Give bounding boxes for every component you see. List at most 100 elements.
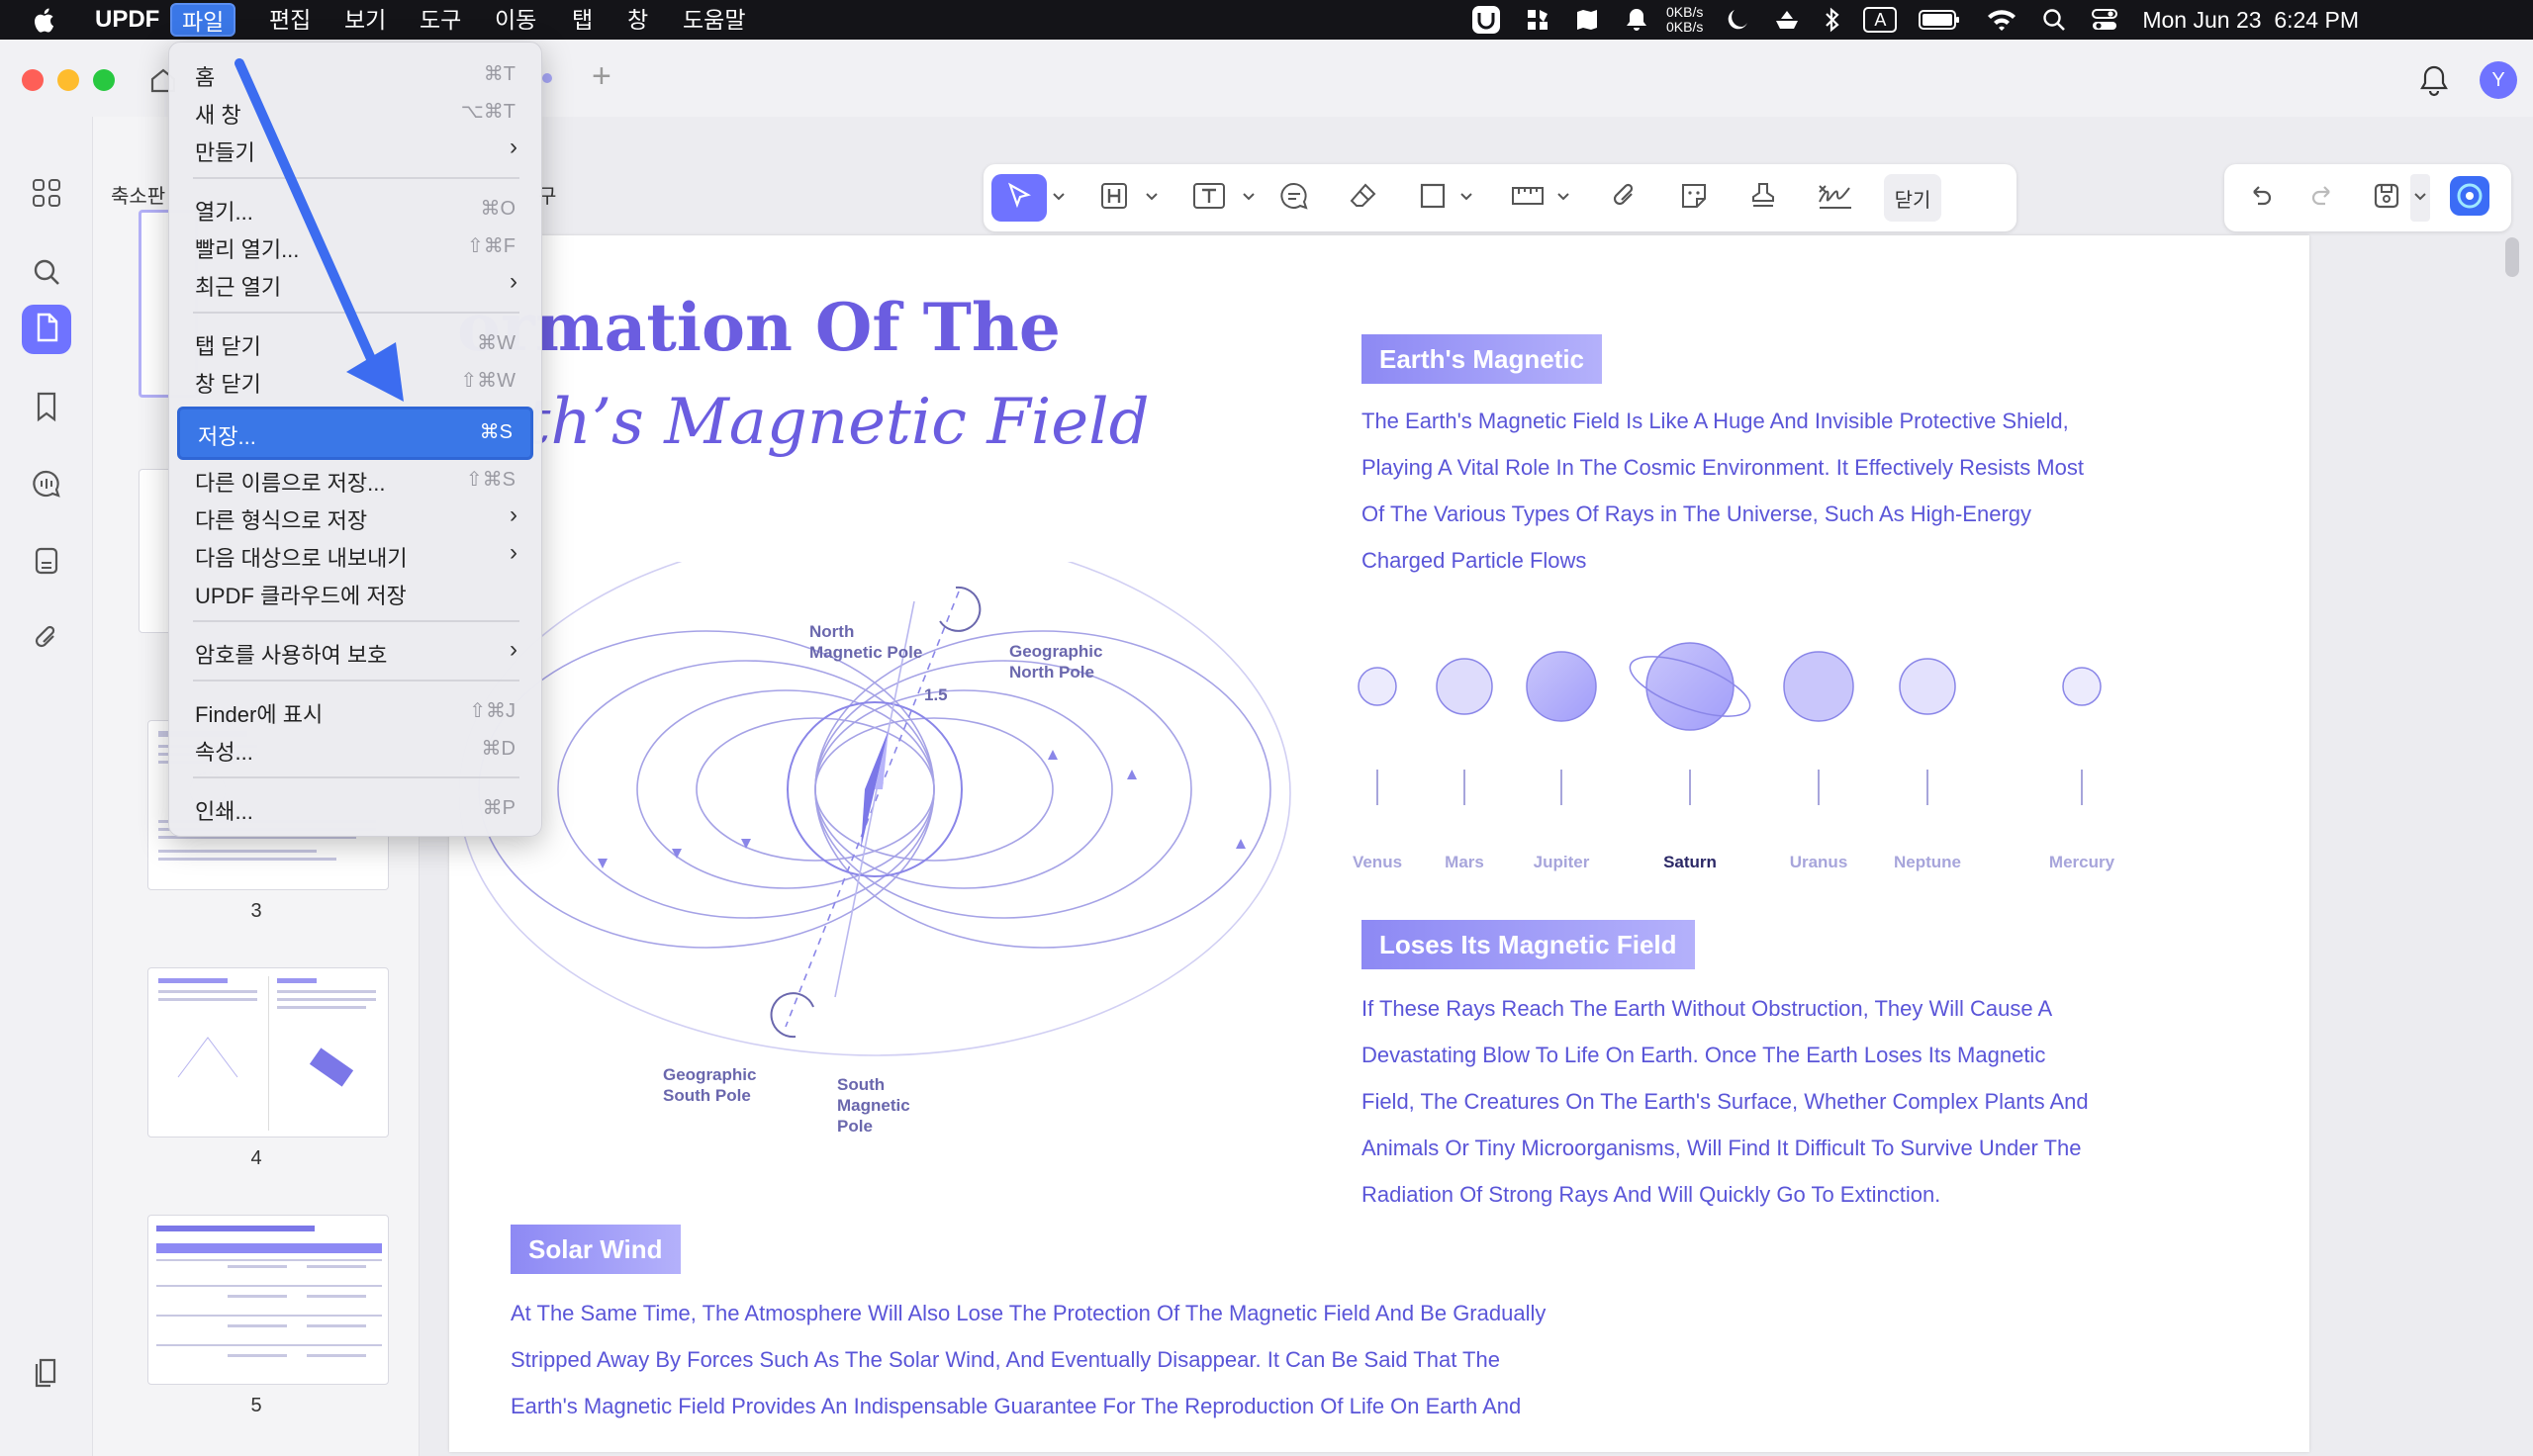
rail-pages-button[interactable] bbox=[22, 305, 71, 354]
menu-item-save-to-cloud[interactable]: UPDF 클라우드에 저장 bbox=[177, 573, 533, 610]
control-center-icon[interactable] bbox=[2091, 7, 2118, 33]
moon-icon[interactable] bbox=[1725, 7, 1750, 33]
menu-item-export-to[interactable]: 다음 대상으로 내보내기 › bbox=[177, 535, 533, 573]
planets-illustration bbox=[1358, 642, 1854, 805]
signature-tool-button[interactable] bbox=[1811, 174, 1860, 222]
highlight-tool-dropdown[interactable] bbox=[1142, 174, 1162, 222]
ruler-icon bbox=[1510, 180, 1546, 217]
apple-icon[interactable] bbox=[34, 0, 57, 40]
notification-bell-icon[interactable] bbox=[2418, 63, 2450, 102]
menubar-go[interactable]: 이동 bbox=[495, 0, 536, 40]
wifi-icon[interactable] bbox=[1986, 7, 2017, 33]
ai-logo-icon bbox=[2450, 175, 2489, 221]
paragraph-line: Earth's Magnetic Field Provides An Indis… bbox=[511, 1394, 1522, 1418]
add-tab-icon[interactable]: + bbox=[592, 57, 611, 96]
rail-search-button[interactable] bbox=[22, 249, 71, 299]
battery-icon[interactable] bbox=[1919, 9, 1960, 31]
status-tray: 0KB/s 0KB/s A Mon Jun 23 6:24 PM bbox=[1470, 0, 2359, 40]
chevron-right-icon: › bbox=[510, 268, 517, 295]
menu-item-protect-password[interactable]: 암호를 사용하여 보호 › bbox=[177, 632, 533, 670]
label-line: Magnetic bbox=[837, 1096, 910, 1115]
grid-app-icon[interactable] bbox=[1524, 6, 1551, 34]
menu-item-save-as[interactable]: 다른 이름으로 저장... ⇧⌘S bbox=[177, 460, 533, 498]
paragraph-line: If These Rays Reach The Earth Without Ob… bbox=[1361, 996, 2053, 1021]
menu-item-print[interactable]: 인쇄... ⌘P bbox=[177, 788, 533, 826]
attach-tool-button[interactable] bbox=[1603, 174, 1646, 222]
menubar-view[interactable]: 보기 bbox=[344, 0, 386, 40]
menu-item-label: Finder에 표시 bbox=[195, 702, 324, 727]
menu-item-shortcut: ⇧⌘F bbox=[467, 235, 516, 257]
menu-item-properties[interactable]: 속성... ⌘D bbox=[177, 729, 533, 767]
menu-item-save-as-format[interactable]: 다른 형식으로 저장 › bbox=[177, 498, 533, 535]
stamp-icon bbox=[1747, 180, 1779, 217]
vertical-scrollbar[interactable] bbox=[2505, 237, 2519, 277]
chevron-down-icon bbox=[1242, 189, 1256, 207]
sticker-tool-button[interactable] bbox=[1672, 174, 1716, 222]
paragraph-line: Radiation Of Strong Rays And Will Quickl… bbox=[1361, 1182, 1941, 1207]
menubar-clock[interactable]: Mon Jun 23 6:24 PM bbox=[2142, 7, 2359, 34]
rail-grid-button[interactable] bbox=[22, 170, 71, 220]
rail-bookmark-button[interactable] bbox=[22, 384, 71, 433]
thumbnail-page-number: 3 bbox=[250, 900, 262, 922]
thumbnail-page-5[interactable] bbox=[147, 1215, 389, 1385]
section-tag-loses-magnetic-field: Loses Its Magnetic Field bbox=[1361, 920, 1695, 969]
user-avatar[interactable]: Y bbox=[2480, 61, 2517, 99]
cloud-sync-icon[interactable] bbox=[1772, 7, 1802, 33]
save-dropdown[interactable] bbox=[2410, 174, 2430, 222]
planet-label-mercury: Mercury bbox=[2048, 853, 2115, 871]
menubar-tab[interactable]: 탭 bbox=[572, 0, 593, 40]
rail-layers-button[interactable] bbox=[22, 1349, 71, 1399]
shape-tool-button[interactable] bbox=[1411, 174, 1454, 222]
select-tool-dropdown[interactable] bbox=[1049, 174, 1069, 222]
chevron-down-icon bbox=[2413, 189, 2427, 207]
menu-item-label: 인쇄... bbox=[195, 799, 253, 824]
close-window-button[interactable] bbox=[22, 69, 44, 91]
stamp-tool-button[interactable] bbox=[1741, 174, 1785, 222]
spotlight-search-icon[interactable] bbox=[2041, 7, 2067, 33]
menubar-edit[interactable]: 편집 bbox=[269, 0, 311, 40]
network-up: 0KB/s bbox=[1666, 4, 1704, 20]
updf-tray-icon[interactable] bbox=[1470, 4, 1502, 36]
redo-button[interactable] bbox=[2301, 174, 2345, 222]
bluetooth-icon[interactable] bbox=[1824, 6, 1841, 34]
measure-tool-button[interactable] bbox=[1506, 174, 1549, 222]
rail-organize-button[interactable] bbox=[22, 538, 71, 588]
grid-icon bbox=[31, 177, 62, 214]
undo-button[interactable] bbox=[2238, 174, 2282, 222]
toolbar-close-button[interactable]: 닫기 bbox=[1884, 174, 1941, 222]
label-line: Geographic bbox=[1009, 642, 1103, 661]
menubar-app-name[interactable]: UPDF bbox=[95, 0, 159, 40]
menubar-tools[interactable]: 도구 bbox=[420, 0, 461, 40]
menu-item-save[interactable]: 저장... ⌘S bbox=[177, 407, 533, 460]
paragraph-line: At The Same Time, The Atmosphere Will Al… bbox=[511, 1301, 1547, 1325]
measure-tool-dropdown[interactable] bbox=[1553, 174, 1573, 222]
shape-tool-dropdown[interactable] bbox=[1456, 174, 1476, 222]
menubar-help[interactable]: 도움말 bbox=[683, 0, 745, 40]
input-source-icon[interactable]: A bbox=[1863, 7, 1898, 33]
thumbnail-page-4[interactable] bbox=[147, 967, 389, 1138]
menu-item-show-in-finder[interactable]: Finder에 표시 ⇧⌘J bbox=[177, 691, 533, 729]
eraser-tool-button[interactable] bbox=[1342, 174, 1385, 222]
comment-tool-button[interactable] bbox=[1272, 174, 1316, 222]
eraser-icon bbox=[1348, 180, 1379, 217]
rail-comments-button[interactable] bbox=[22, 461, 71, 510]
text-tool-dropdown[interactable] bbox=[1239, 174, 1259, 222]
menu-separator bbox=[193, 776, 519, 778]
select-tool-button[interactable] bbox=[991, 174, 1047, 222]
sticker-icon bbox=[1678, 180, 1710, 217]
rail-attachment-button[interactable] bbox=[22, 615, 71, 665]
menubar-file[interactable]: 파일 bbox=[170, 3, 236, 37]
zoom-window-button[interactable] bbox=[93, 69, 115, 91]
save-button[interactable] bbox=[2365, 174, 2408, 222]
highlight-tool-button[interactable] bbox=[1092, 174, 1136, 222]
thumbnail-page-number: 4 bbox=[250, 1147, 262, 1169]
label-line: Geographic bbox=[663, 1065, 757, 1084]
bell-tray-icon[interactable] bbox=[1623, 6, 1650, 34]
bookmark-app-icon[interactable] bbox=[1573, 6, 1601, 34]
menubar-window[interactable]: 창 bbox=[627, 0, 648, 40]
minimize-window-button[interactable] bbox=[57, 69, 79, 91]
section1-paragraph: The Earth's Magnetic Field Is Like A Hug… bbox=[1361, 398, 2173, 584]
chevron-down-icon bbox=[1052, 189, 1066, 207]
ai-assistant-button[interactable] bbox=[2446, 174, 2493, 222]
text-tool-button[interactable] bbox=[1187, 174, 1231, 222]
